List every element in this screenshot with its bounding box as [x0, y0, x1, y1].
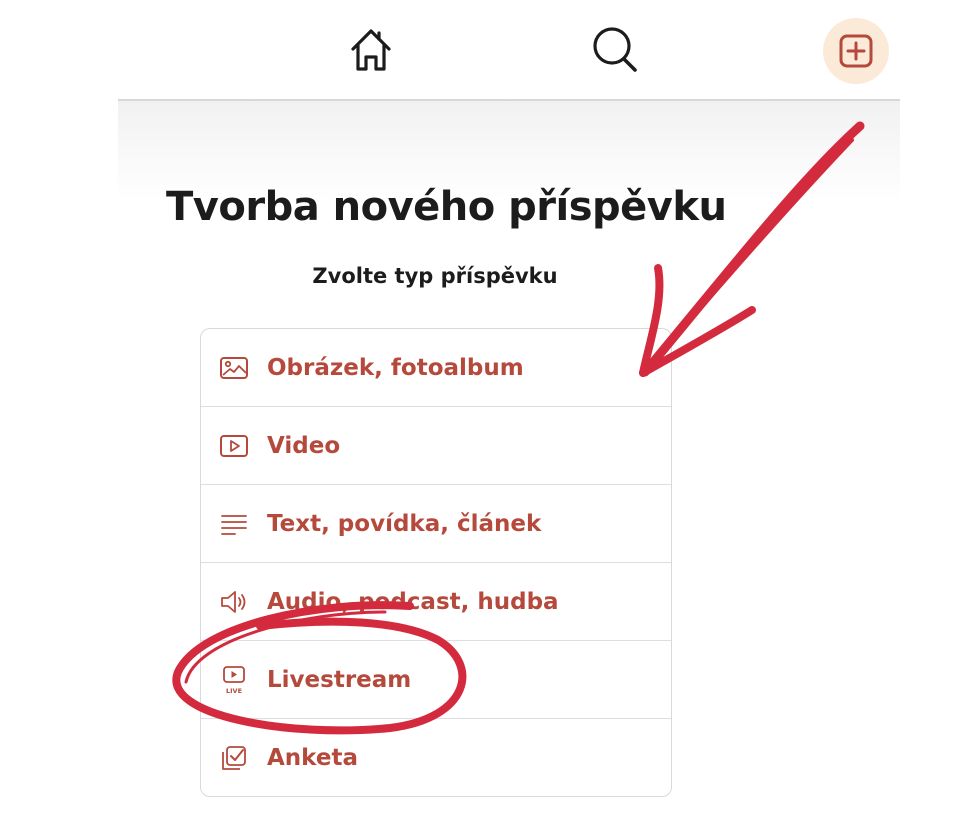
poll-check-icon: [219, 743, 249, 773]
plus-square-icon: [839, 34, 873, 68]
search-icon: [593, 27, 637, 72]
post-type-label: Obrázek, fotoalbum: [267, 354, 524, 381]
video-play-icon: [219, 431, 249, 461]
page-subtitle: Zvolte typ příspěvku: [312, 264, 558, 288]
post-type-livestream[interactable]: LIVE Livestream: [201, 640, 671, 718]
post-type-image[interactable]: Obrázek, fotoalbum: [201, 329, 671, 406]
image-icon: [219, 353, 249, 383]
post-type-label: Text, povídka, článek: [267, 510, 542, 537]
post-type-poll[interactable]: Anketa: [201, 718, 671, 796]
home-button[interactable]: [346, 22, 396, 78]
text-lines-icon: [219, 509, 249, 539]
post-type-label: Livestream: [267, 666, 412, 693]
create-post-button[interactable]: [823, 18, 889, 84]
live-tv-icon: LIVE: [219, 665, 249, 695]
screen: Tvorba nového příspěvku Zvolte typ přísp…: [0, 0, 977, 833]
post-type-label: Anketa: [267, 744, 358, 771]
top-navigation-bar: [0, 0, 977, 100]
post-type-video[interactable]: Video: [201, 406, 671, 484]
speaker-icon: [219, 587, 249, 617]
live-badge: LIVE: [226, 687, 242, 695]
post-type-label: Audio, podcast, hudba: [267, 588, 559, 615]
post-type-list: Obrázek, fotoalbum Video Text, povídka, …: [200, 328, 672, 797]
home-icon: [351, 29, 391, 71]
page-title: Tvorba nového příspěvku: [166, 184, 727, 230]
post-type-audio[interactable]: Audio, podcast, hudba: [201, 562, 671, 640]
post-type-label: Video: [267, 432, 341, 459]
search-button[interactable]: [588, 22, 642, 78]
post-type-text[interactable]: Text, povídka, článek: [201, 484, 671, 562]
